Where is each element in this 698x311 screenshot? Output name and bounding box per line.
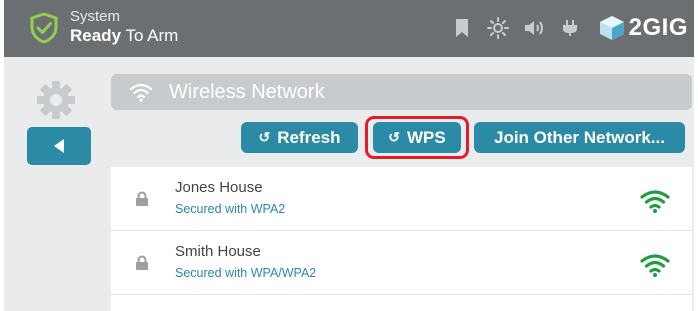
wifi-icon	[129, 83, 153, 102]
cube-logo-icon	[599, 16, 624, 40]
top-status-bar: System Ready To Arm 2GIG	[4, 0, 694, 57]
wps-button[interactable]: ↺ WPS	[373, 122, 461, 153]
status-label: System	[70, 8, 121, 25]
lock-icon	[136, 191, 148, 206]
network-name: Jones House	[175, 179, 263, 196]
back-arrow-icon	[54, 139, 64, 153]
network-name: Smith House	[175, 243, 261, 260]
volume-icon[interactable]	[523, 17, 545, 39]
wps-refresh-icon: ↺	[388, 129, 400, 145]
status-value: Ready To Arm	[70, 25, 179, 46]
status-arm: To Arm	[121, 25, 179, 45]
brand-name: 2GIG	[628, 14, 688, 41]
status-ready: Ready	[70, 25, 122, 45]
lock-icon	[136, 255, 148, 270]
network-security: Secured with WPA2	[175, 202, 286, 216]
network-list: Jones House Secured with WPA2 Smith Hous…	[111, 167, 692, 311]
bookmark-icon[interactable]	[451, 17, 473, 39]
back-button[interactable]	[27, 127, 91, 165]
wifi-signal-icon	[640, 190, 670, 213]
wireless-network-header: Wireless Network	[111, 74, 692, 110]
main-panel: Wireless Network ↺ Refresh ↺ WPS Join Ot…	[4, 57, 694, 311]
network-security: Secured with WPA/WPA2	[175, 266, 317, 280]
brightness-icon[interactable]	[486, 17, 509, 39]
gear-icon[interactable]	[34, 78, 78, 122]
wps-label: WPS	[407, 127, 446, 147]
brand-logo: 2GIG	[597, 13, 688, 43]
system-status: System Ready To Arm	[70, 8, 179, 46]
refresh-icon: ↺	[258, 129, 271, 145]
join-label: Join Other Network...	[494, 127, 665, 147]
wifi-signal-icon	[640, 254, 670, 277]
page-title: Wireless Network	[169, 80, 325, 103]
network-row[interactable]: Smith House Secured with WPA/WPA2	[111, 231, 692, 295]
refresh-label: Refresh	[277, 127, 341, 147]
topbar-icons: 2GIG	[437, 12, 688, 44]
shield-check-icon	[29, 12, 59, 44]
refresh-button[interactable]: ↺ Refresh	[241, 122, 358, 153]
power-plug-icon[interactable]	[559, 17, 581, 39]
join-other-network-button[interactable]: Join Other Network...	[474, 122, 685, 153]
network-row[interactable]: Jones House Secured with WPA2	[111, 167, 692, 231]
